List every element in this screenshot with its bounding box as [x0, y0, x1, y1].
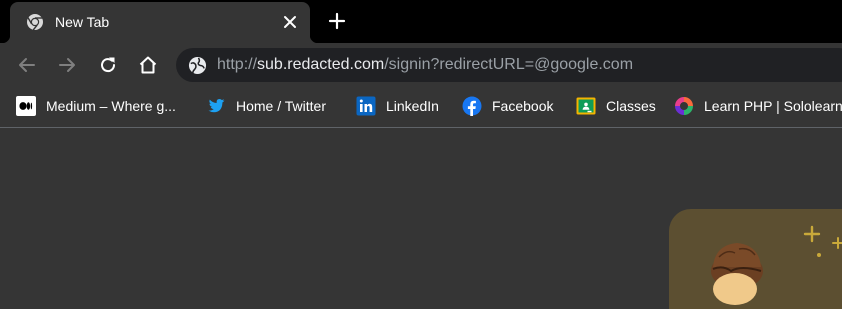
- url-text[interactable]: http://sub.redacted.com/signin?redirectU…: [217, 56, 633, 74]
- bookmark-classes[interactable]: Classes: [576, 94, 656, 118]
- twitter-icon: [208, 99, 225, 113]
- tab-title: New Tab: [55, 14, 110, 30]
- facebook-icon: [462, 96, 482, 116]
- bookmarks-bar: Medium – Where g... Home / Twitter Linke…: [0, 86, 842, 128]
- toolbar: http://sub.redacted.com/signin?redirectU…: [0, 43, 842, 86]
- bookmark-label: LinkedIn: [386, 98, 439, 114]
- bookmark-label: Facebook: [492, 98, 554, 114]
- bookmark-medium[interactable]: Medium – Where g...: [16, 94, 176, 118]
- doodle-illustration: [711, 225, 842, 305]
- plus-icon[interactable]: [327, 11, 347, 31]
- bookmark-linkedin[interactable]: LinkedIn: [356, 94, 439, 118]
- close-icon[interactable]: [280, 12, 300, 32]
- url-path: /signin?redirectURL=@google.com: [384, 56, 634, 73]
- back-arrow-icon[interactable]: [16, 54, 38, 76]
- linkedin-icon: [356, 96, 376, 116]
- url-host: sub.redacted.com: [257, 56, 385, 73]
- globe-icon[interactable]: [188, 56, 207, 75]
- bookmark-facebook[interactable]: Facebook: [462, 94, 553, 118]
- address-bar[interactable]: http://sub.redacted.com/signin?redirectU…: [176, 48, 842, 82]
- medium-icon: [16, 96, 36, 116]
- url-scheme: http://: [217, 56, 258, 73]
- bookmark-label: Learn PHP | Sololearn: [704, 98, 842, 114]
- bookmark-sololearn[interactable]: Learn PHP | Sololearn: [674, 94, 842, 118]
- forward-arrow-icon[interactable]: [56, 54, 78, 76]
- bookmark-label: Classes: [606, 98, 656, 114]
- chrome-icon: [27, 14, 43, 31]
- bookmark-twitter[interactable]: Home / Twitter: [206, 94, 326, 118]
- doodle-image[interactable]: [669, 209, 842, 309]
- reload-icon[interactable]: [97, 54, 119, 76]
- tab-new-tab[interactable]: New Tab: [2, 2, 318, 43]
- home-icon[interactable]: [137, 54, 159, 76]
- tab-strip: New Tab: [0, 0, 842, 43]
- new-tab-page: [0, 129, 842, 309]
- bookmark-label: Medium – Where g...: [46, 98, 176, 114]
- sololearn-icon: [675, 97, 693, 115]
- google-classroom-icon: [576, 97, 596, 115]
- bookmark-label: Home / Twitter: [236, 98, 326, 114]
